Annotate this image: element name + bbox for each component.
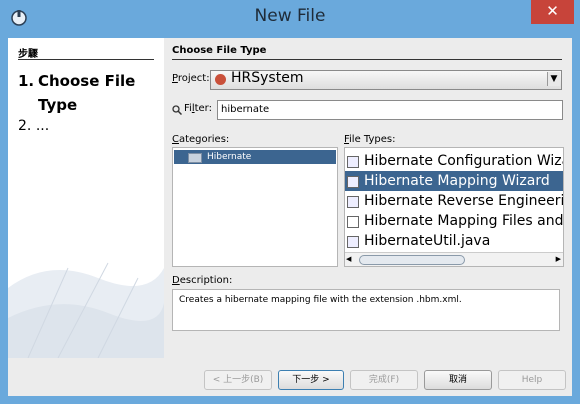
filter-label: Filter:: [184, 103, 212, 114]
file-type-label: HibernateUtil.java: [364, 233, 491, 249]
cancel-button[interactable]: 取消: [424, 370, 492, 390]
category-label: Hibernate: [207, 152, 252, 162]
step-2-label: ...: [35, 118, 50, 134]
project-label: Project:: [172, 73, 210, 84]
folder-icon: [188, 153, 202, 163]
file-type-label: Hibernate Configuration Wizard: [364, 153, 563, 169]
description-label-text: escription:: [179, 275, 233, 286]
mapping-wizard-icon: [347, 176, 359, 188]
file-type-item-selected[interactable]: Hibernate Mapping Wizard: [345, 171, 563, 191]
steps-decoration: [8, 262, 164, 358]
project-combo[interactable]: HRSystem ▼: [210, 70, 562, 90]
steps-divider: [18, 59, 154, 60]
description-text: Creates a hibernate mapping file with th…: [172, 289, 560, 331]
content-panel: Choose File Type Project: HRSystem ▼ Fil…: [172, 38, 564, 358]
step-1-label: Choose File: [38, 72, 136, 90]
file-type-label: Hibernate Mapping Files and POJOs from D…: [364, 213, 563, 229]
file-types-label: File Types:: [344, 134, 395, 145]
scrollbar-thumb[interactable]: [359, 255, 465, 265]
help-button[interactable]: Help: [498, 370, 566, 390]
close-button[interactable]: ✕: [531, 0, 574, 24]
step-1: 1. Choose File Type: [18, 69, 135, 117]
filter-label-prefix: Fi: [184, 103, 192, 114]
file-types-list[interactable]: Hibernate Configuration Wizard Hibernate…: [344, 147, 564, 267]
categories-label: Categories:: [172, 134, 229, 145]
java-file-icon: [347, 236, 359, 248]
description-label-mnemonic: D: [172, 275, 180, 286]
chevron-down-icon[interactable]: ▼: [547, 72, 560, 86]
description-label: Description:: [172, 275, 232, 286]
search-icon: [172, 105, 182, 115]
button-bar: < 上一步(B) 下一步 > 完成(F) 取消 Help: [8, 358, 572, 396]
file-type-item[interactable]: Hibernate Configuration Wizard: [345, 151, 563, 171]
finish-button[interactable]: 完成(F): [350, 370, 418, 390]
scroll-left-icon[interactable]: ◀: [346, 255, 351, 263]
project-value: HRSystem: [231, 70, 304, 86]
categories-label-mnemonic: C: [172, 134, 179, 145]
project-icon: [215, 74, 226, 85]
file-types-label-text: ile Types:: [349, 134, 396, 145]
title-bar: New File ✕: [0, 0, 580, 34]
section-divider: [172, 59, 562, 60]
window-title: New File: [254, 6, 326, 26]
new-file-dialog: New File ✕ 步驟 1. Choose File Type 2. ... …: [0, 0, 580, 404]
step-1-number: 1.: [18, 72, 35, 90]
filter-input[interactable]: hibernate: [217, 100, 563, 120]
steps-panel: 步驟 1. Choose File Type 2. ...: [8, 38, 164, 358]
next-button[interactable]: 下一步 >: [278, 370, 344, 390]
filter-label-text: ter:: [194, 103, 212, 114]
horizontal-scrollbar[interactable]: ◀ ▶: [345, 252, 563, 266]
reverse-eng-icon: [347, 196, 359, 208]
steps-header: 步驟: [18, 49, 38, 60]
scroll-right-icon[interactable]: ▶: [556, 255, 561, 263]
categories-list[interactable]: Hibernate: [172, 147, 338, 267]
dialog-body: 步驟 1. Choose File Type 2. ... Choose File…: [8, 38, 572, 396]
step-1-label-cont: Type: [38, 96, 78, 114]
config-file-icon: [347, 156, 359, 168]
blank-file-icon: [347, 216, 359, 228]
file-type-label: Hibernate Mapping Wizard: [364, 173, 550, 189]
step-2-number: 2.: [18, 118, 32, 134]
file-type-label: Hibernate Reverse Engineering Wizard: [364, 193, 563, 209]
file-type-item[interactable]: HibernateUtil.java: [345, 231, 563, 251]
back-button[interactable]: < 上一步(B): [204, 370, 272, 390]
step-2: 2. ...: [18, 118, 49, 134]
category-item-hibernate[interactable]: Hibernate: [174, 150, 336, 164]
project-label-text: roject:: [177, 73, 210, 84]
file-type-item[interactable]: Hibernate Mapping Files and POJOs from D…: [345, 211, 563, 231]
categories-label-text: ategories:: [178, 134, 230, 145]
section-title: Choose File Type: [172, 45, 267, 56]
file-type-item[interactable]: Hibernate Reverse Engineering Wizard: [345, 191, 563, 211]
